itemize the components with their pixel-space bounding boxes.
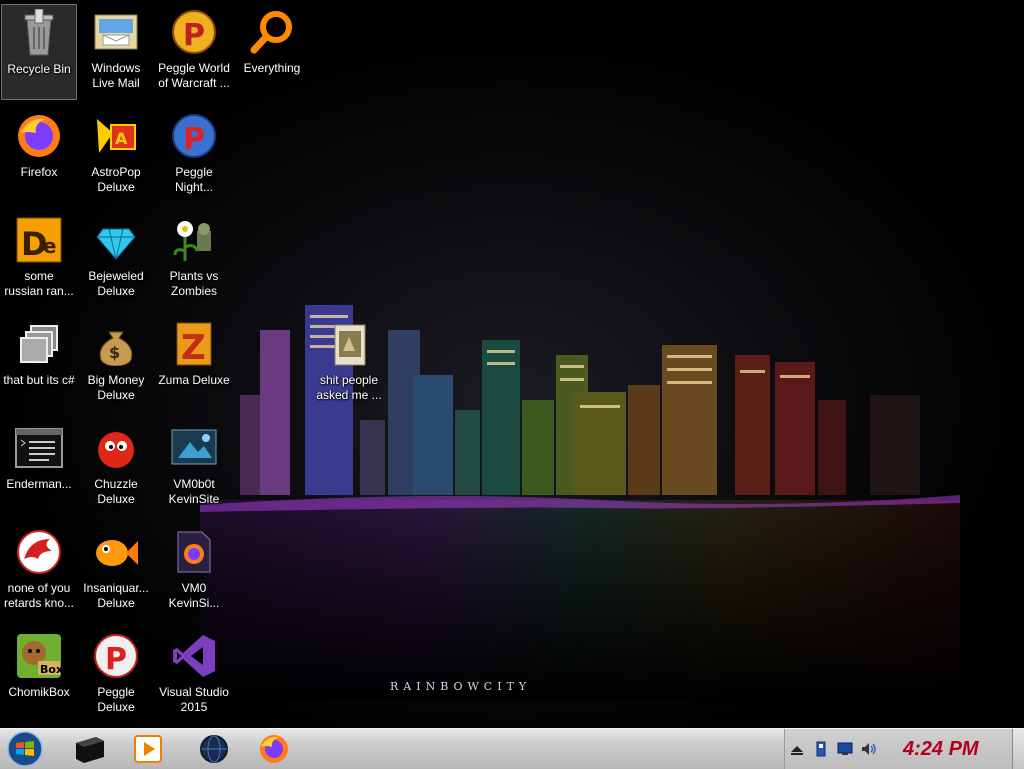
desktop-icon-big-money[interactable]: $ Big Money Deluxe <box>78 316 154 412</box>
desktop-icon-label: Windows Live Mail <box>91 61 141 90</box>
desktop-icon-label: AstroPop Deluxe <box>91 165 141 194</box>
desktop-icon-plants-vs-zombies[interactable]: Plants vs Zombies <box>156 212 232 308</box>
volume-icon[interactable] <box>861 741 877 757</box>
desktop-icon-visual-studio[interactable]: Visual Studio 2015 <box>156 628 232 724</box>
mail-icon <box>92 8 140 56</box>
desktop-icon-vm0b0t-kevinsite[interactable]: VM0b0t KevinSite <box>156 420 232 516</box>
clock[interactable]: 4:24 PM <box>903 737 993 761</box>
desktop-icon-label: Firefox <box>20 165 58 179</box>
visual-studio-icon <box>170 632 218 680</box>
peggle-icon: P <box>170 8 218 56</box>
desktop-icon-label: none of you retards kno... <box>3 581 75 610</box>
desktop-icon-chuzzle[interactable]: Chuzzle Deluxe <box>78 420 154 516</box>
astropop-icon: A <box>92 112 140 160</box>
desktop-icon-shit-people-asked-me[interactable]: shit people asked me ... <box>311 316 387 412</box>
desktop-icon-everything[interactable]: Everything <box>234 4 310 100</box>
window-stack-icon <box>15 320 63 368</box>
desktop-icon-chomikbox[interactable]: Box ChomikBox <box>1 628 77 724</box>
de-icon: De <box>15 216 63 264</box>
desktop-icon-label: Bejeweled Deluxe <box>88 269 144 298</box>
desktop-icon-insaniquarium[interactable]: Insaniquar... Deluxe <box>78 524 154 620</box>
taskbar-explorer[interactable] <box>62 731 118 767</box>
chuzzle-icon <box>92 424 140 472</box>
media-player-icon <box>134 735 162 763</box>
flower-icon <box>170 216 218 264</box>
vm-screen-icon <box>170 424 218 472</box>
desktop-icon-label: Big Money Deluxe <box>87 373 145 402</box>
desktop-icon-windows-live-mail[interactable]: Windows Live Mail <box>78 4 154 100</box>
desktop-icon-label: VM0 KevinSi... <box>168 581 220 610</box>
svg-text:$: $ <box>109 343 120 362</box>
desktop-icon-astropop[interactable]: A AstroPop Deluxe <box>78 108 154 204</box>
desktop-icon-russian[interactable]: De some russian ran... <box>1 212 77 308</box>
svg-text:P: P <box>183 18 205 53</box>
chomikbox-icon: Box <box>15 632 63 680</box>
desktop-icon-recycle-bin[interactable]: Recycle Bin <box>1 4 77 100</box>
desktop-icon-csharp[interactable]: that but its c# <box>1 316 77 412</box>
desktop-icon-label: Plants vs Zombies <box>169 269 219 298</box>
windows-orb-icon <box>7 731 43 767</box>
svg-text:Box: Box <box>40 663 62 676</box>
taskbar-globe[interactable] <box>186 731 242 767</box>
desktop-icon-label: Everything <box>243 61 301 75</box>
folder-icon <box>325 320 373 368</box>
desktop-icon-peggle-world-of-warcraft[interactable]: P Peggle World of Warcraft ... <box>156 4 232 100</box>
show-desktop-button[interactable] <box>1012 729 1024 769</box>
peggle-night-icon: P <box>170 112 218 160</box>
desktop-icon-label: Peggle World of Warcraft ... <box>158 61 230 90</box>
svg-text:Z: Z <box>181 328 206 367</box>
desktop-icon-label: Enderman... <box>6 477 72 491</box>
usb-icon[interactable] <box>813 741 829 757</box>
desktop-icon-enderman[interactable]: Enderman... <box>1 420 77 516</box>
svg-text:P: P <box>183 122 205 157</box>
recycle-bin-icon <box>15 9 63 57</box>
taskbar-media-player[interactable] <box>120 731 176 767</box>
desktop-icon-label: Peggle Night... <box>174 165 213 194</box>
desktop-icon-label: Insaniquar... Deluxe <box>83 581 149 610</box>
firefox-file-icon <box>170 528 218 576</box>
firefox-icon <box>260 735 288 763</box>
desktop-icon-label: some russian ran... <box>4 269 74 298</box>
desktop-icon-zuma-deluxe[interactable]: Z Zuma Deluxe <box>156 316 232 412</box>
svg-text:P: P <box>105 642 127 677</box>
system-tray: 4:24 PM <box>784 729 1024 769</box>
console-icon <box>15 424 63 472</box>
desktop-icon-label: Zuma Deluxe <box>158 373 230 387</box>
goldfish-icon <box>92 528 140 576</box>
desktop-icon-label: ChomikBox <box>8 685 70 699</box>
desktop-icon-peggle-nights[interactable]: P Peggle Night... <box>156 108 232 204</box>
desktop-icon-label: Visual Studio 2015 <box>159 685 229 714</box>
magnifier-icon <box>248 8 296 56</box>
show-hidden-icon[interactable] <box>789 741 805 757</box>
desktop-icon-none-of-you[interactable]: none of you retards kno... <box>1 524 77 620</box>
taskbar: 4:24 PM <box>0 728 1024 769</box>
gem-icon <box>92 216 140 264</box>
desktop-icon-label: shit people asked me ... <box>316 373 382 402</box>
desktop-icon-vm0-kevinsite[interactable]: VM0 KevinSi... <box>156 524 232 620</box>
desktop-icon-label: that but its c# <box>3 373 75 387</box>
desktop-icon-label: VM0b0t KevinSite <box>168 477 220 506</box>
svg-text:e: e <box>43 234 57 258</box>
desktop-icon-label: Chuzzle Deluxe <box>94 477 138 506</box>
money-bag-icon: $ <box>92 320 140 368</box>
desktop-icon-firefox[interactable]: Firefox <box>1 108 77 204</box>
start-button[interactable] <box>4 729 46 769</box>
taskbar-firefox[interactable] <box>246 731 302 767</box>
dragon-icon <box>15 528 63 576</box>
zuma-icon: Z <box>170 320 218 368</box>
wallpaper-caption: RAINBOWCITY <box>390 680 532 693</box>
desktop-icon-bejeweled[interactable]: Bejeweled Deluxe <box>78 212 154 308</box>
firefox-icon <box>15 112 63 160</box>
network-icon[interactable] <box>837 741 853 757</box>
desktop-icon-label: Peggle Deluxe <box>97 685 135 714</box>
peggle-deluxe-icon: P <box>92 632 140 680</box>
desktop-icon-peggle-deluxe[interactable]: P Peggle Deluxe <box>78 628 154 724</box>
desktop-icon-label: Recycle Bin <box>7 62 71 76</box>
explorer-icon <box>76 737 104 763</box>
svg-text:A: A <box>115 129 128 148</box>
globe-icon <box>200 735 228 763</box>
